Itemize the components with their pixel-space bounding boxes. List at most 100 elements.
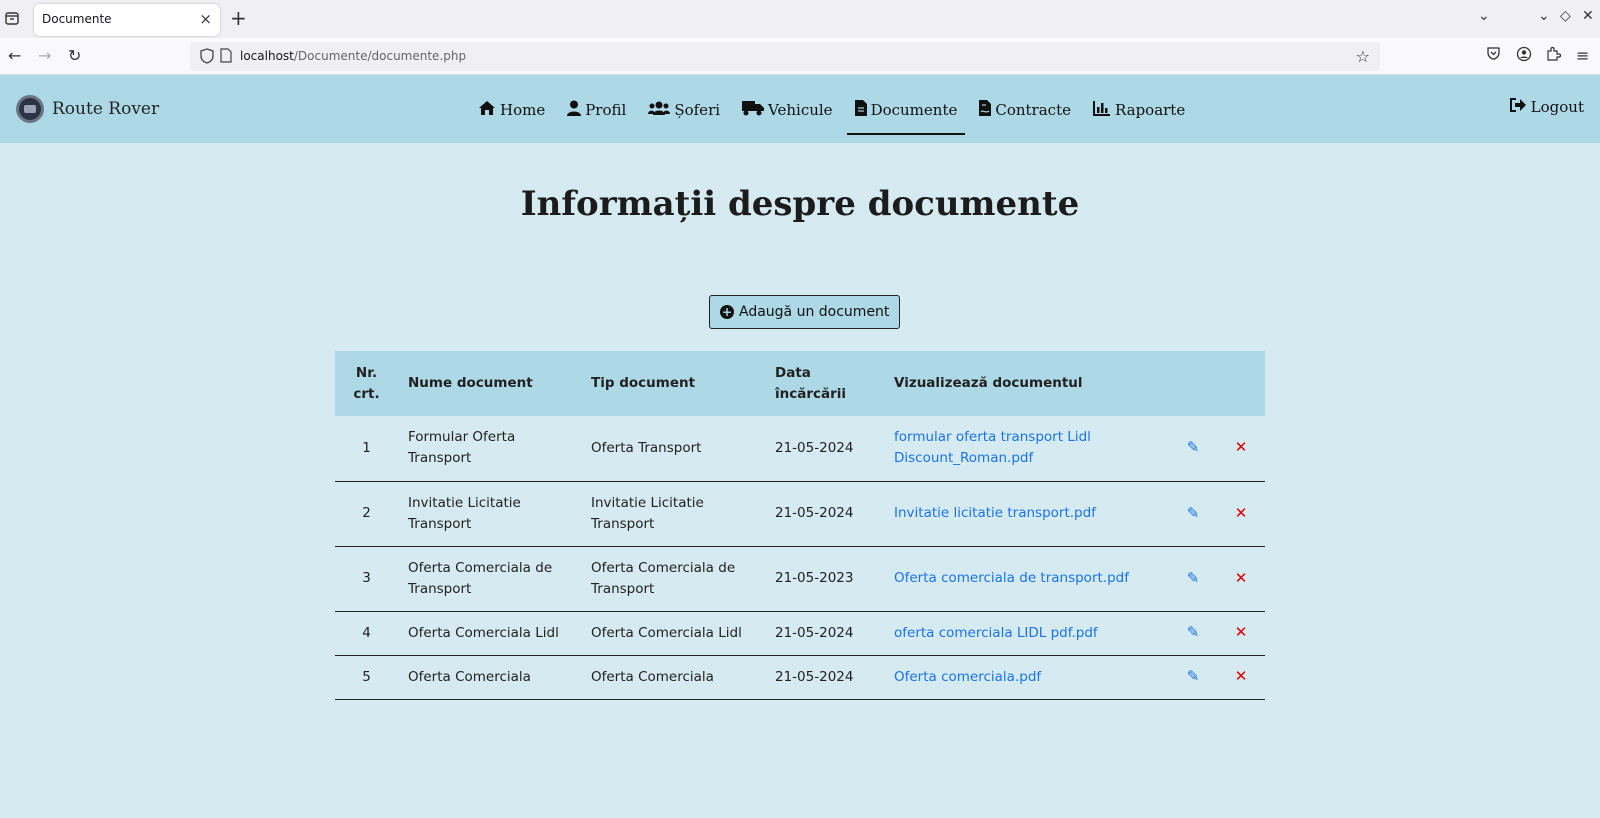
cell-edit: ✎ (1169, 546, 1217, 612)
cell-nr: 2 (335, 481, 398, 547)
cell-data: 21-05-2024 (765, 655, 884, 700)
document-link[interactable]: oferta comerciala LIDL pdf.pdf (894, 625, 1098, 641)
page-icon (220, 48, 232, 67)
cell-fisier: Oferta comerciala de transport.pdf (884, 546, 1169, 612)
column-header: Tip document (591, 375, 696, 391)
document-link[interactable]: Oferta comerciala.pdf (894, 669, 1041, 685)
cell-delete: ✕ (1217, 655, 1265, 700)
delete-x-icon[interactable]: ✕ (1235, 504, 1248, 522)
column-header: Nume document (408, 375, 533, 391)
document-link[interactable]: Invitatie licitatie transport.pdf (894, 505, 1096, 521)
menu-item-label: Home (500, 101, 546, 119)
cell-nume: Invitatie Licitatie Transport (398, 481, 581, 547)
url-bar[interactable]: localhost/Documente/documente.php ☆ (190, 42, 1380, 71)
chevron-down-icon[interactable]: ⌄ (1478, 8, 1490, 24)
edit-pencil-icon[interactable]: ✎ (1187, 438, 1200, 456)
browser-tab-title: Documente (42, 12, 112, 26)
close-window-icon[interactable]: ✕ (1582, 8, 1594, 24)
cell-nr: 4 (335, 611, 398, 656)
sign-out-icon (1509, 97, 1527, 117)
users-icon (648, 100, 671, 120)
account-icon[interactable] (1516, 46, 1532, 66)
cell-edit: ✎ (1169, 416, 1217, 482)
logout-button[interactable]: Logout (1509, 97, 1584, 117)
truck-icon (742, 100, 765, 120)
site-header: Route Rover Home Profil Șoferi Vehicule (0, 75, 1600, 143)
cell-edit: ✎ (1169, 481, 1217, 547)
column-header-empty (1169, 351, 1217, 416)
extensions-icon[interactable] (1546, 46, 1562, 65)
logo-icon (16, 95, 44, 123)
browser-tab[interactable]: Documente × (34, 4, 220, 36)
menu-item-home[interactable]: Home (478, 97, 545, 123)
table-header-row: Nr. crt. Nume document Tip document Data… (335, 351, 1265, 416)
menu-item-contracte[interactable]: Contracte (979, 97, 1071, 123)
table-row: 4 Oferta Comerciala Lidl Oferta Comercia… (335, 611, 1265, 656)
document-link[interactable]: Oferta comerciala de transport.pdf (894, 570, 1129, 586)
cell-nr: 3 (335, 546, 398, 612)
reload-icon[interactable]: ↻ (68, 46, 81, 65)
table-row: 2 Invitatie Licitatie Transport Invitati… (335, 481, 1265, 547)
cell-fisier: formular oferta transport Lidl Discount_… (884, 416, 1169, 482)
minimize-icon[interactable]: ⌄ (1538, 8, 1550, 24)
shield-icon[interactable] (200, 48, 214, 68)
edit-pencil-icon[interactable]: ✎ (1187, 504, 1200, 522)
cell-nume: Formular Oferta Transport (398, 416, 581, 482)
chart-icon (1092, 100, 1111, 120)
menu-item-rapoarte[interactable]: Rapoarte (1092, 97, 1186, 123)
cell-fisier: Oferta comerciala.pdf (884, 655, 1169, 700)
delete-x-icon[interactable]: ✕ (1235, 569, 1248, 587)
back-icon[interactable]: ← (8, 46, 21, 65)
delete-x-icon[interactable]: ✕ (1235, 667, 1248, 685)
cell-data: 21-05-2024 (765, 481, 884, 547)
column-header: Data încărcării (775, 364, 847, 402)
add-document-button[interactable]: + Adaugă un document (709, 295, 901, 329)
cell-fisier: Invitatie licitatie transport.pdf (884, 481, 1169, 547)
home-icon (478, 100, 496, 120)
cell-nume: Oferta Comerciala Lidl (398, 611, 581, 656)
menu-item-profil[interactable]: Profil (567, 97, 626, 123)
main-menu: Home Profil Șoferi Vehicule Documente Co… (478, 97, 1207, 135)
pocket-icon[interactable] (1486, 46, 1501, 65)
url-path: /Documente/documente.php (293, 49, 467, 63)
brand[interactable]: Route Rover (16, 93, 159, 125)
cell-data: 21-05-2024 (765, 416, 884, 482)
new-tab-icon[interactable]: + (230, 6, 247, 30)
menu-item-vehicule[interactable]: Vehicule (742, 97, 833, 123)
cell-tip: Oferta Comerciala (581, 655, 765, 700)
menu-icon[interactable]: ≡ (1576, 46, 1589, 65)
cell-data: 21-05-2023 (765, 546, 884, 612)
cell-tip: Oferta Comerciala Lidl (581, 611, 765, 656)
cell-edit: ✎ (1169, 655, 1217, 700)
column-header: Nr. crt. (353, 364, 380, 402)
cell-nume: Oferta Comerciala (398, 655, 581, 700)
menu-item-documente[interactable]: Documente (846, 97, 966, 135)
user-icon (567, 100, 582, 120)
menu-item-soferi[interactable]: Șoferi (648, 97, 720, 123)
url-text[interactable]: localhost/Documente/documente.php (240, 49, 466, 63)
restore-icon[interactable]: ◇ (1560, 8, 1571, 24)
cell-nr: 5 (335, 655, 398, 700)
cell-delete: ✕ (1217, 611, 1265, 656)
delete-x-icon[interactable]: ✕ (1235, 438, 1248, 456)
menu-item-label: Profil (585, 101, 627, 119)
document-link[interactable]: formular oferta transport Lidl Discount_… (894, 429, 1091, 466)
bookmark-star-icon[interactable]: ☆ (1356, 47, 1370, 66)
delete-x-icon[interactable]: ✕ (1235, 623, 1248, 641)
cell-edit: ✎ (1169, 611, 1217, 656)
plus-circle-icon: + (720, 305, 734, 319)
url-host: localhost (240, 49, 294, 63)
close-tab-icon[interactable]: × (199, 10, 212, 28)
menu-item-label: Șoferi (674, 101, 721, 119)
edit-pencil-icon[interactable]: ✎ (1187, 667, 1200, 685)
cell-nr: 1 (335, 416, 398, 482)
edit-pencil-icon[interactable]: ✎ (1187, 569, 1200, 587)
brand-name: Route Rover (52, 99, 160, 119)
menu-item-label: Rapoarte (1114, 101, 1186, 119)
forward-icon[interactable]: → (38, 46, 51, 65)
edit-pencil-icon[interactable]: ✎ (1187, 623, 1200, 641)
menu-item-label: Vehicule (768, 101, 833, 119)
column-header: Vizualizează documentul (894, 375, 1083, 391)
tab-list-icon[interactable] (4, 10, 22, 28)
add-document-label: Adaugă un document (739, 304, 890, 320)
